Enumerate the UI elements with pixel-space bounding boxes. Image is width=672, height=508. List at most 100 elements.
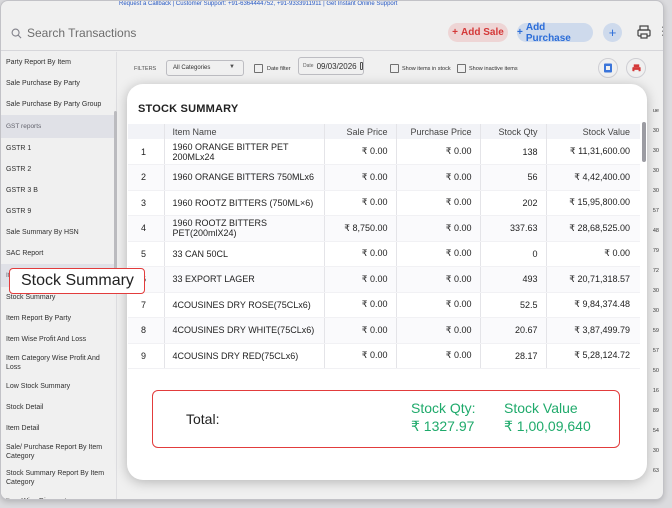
stock-value-cell: ₹ 15,95,800.00 [545, 190, 640, 216]
item-name-cell: 4COUSINES DRY WHITE(75CLx6) [163, 317, 324, 344]
sidebar-section-header: GST reports [1, 115, 116, 138]
date-picker[interactable]: Date 09/03/2026 [298, 57, 364, 75]
items-in-stock-checkbox[interactable] [390, 64, 399, 73]
purchase-price-cell: ₹ 0.00 [395, 292, 480, 318]
sidebar-item[interactable]: Item Wise Profit And Loss [1, 329, 116, 350]
stock-qty-cell: 0 [479, 241, 546, 267]
search-input[interactable] [27, 26, 137, 40]
purchase-price-cell: ₹ 0.00 [395, 266, 480, 293]
stock-value-cell: ₹ 5,28,124.72 [545, 343, 640, 369]
stock-qty-cell: 337.63 [479, 215, 546, 242]
stock-qty-cell: 493 [479, 266, 546, 293]
sidebar-item[interactable]: GSTR 9 [1, 201, 116, 222]
sidebar-item[interactable]: Low Stock Summary [1, 376, 116, 397]
stock-value-cell: ₹ 0.00 [545, 241, 640, 267]
excel-export-button[interactable] [598, 58, 618, 78]
plus-icon: + [452, 27, 459, 38]
table-row[interactable]: 4 1960 ROOTZ BITTERS PET(200mlX24) ₹ 8,750… [128, 215, 640, 242]
chevron-down-icon: ▼ [229, 64, 235, 70]
sidebar-item[interactable]: Sale Purchase By Party Group [1, 94, 116, 115]
table-row[interactable]: 2 1960 ORANGE BITTERS 750MLx6 ₹ 0.00 ₹ 0.00… [128, 164, 640, 191]
purchase-price-cell: ₹ 0.00 [395, 317, 480, 344]
sidebar-item[interactable]: GSTR 1 [1, 138, 116, 159]
top-header: +Add Sale +Add Purchase + ⋮ [1, 15, 663, 51]
sidebar-item[interactable]: SAC Report [1, 243, 116, 264]
sidebar-item[interactable]: Item Report By Party [1, 308, 116, 329]
item-name-cell: 1960 ROOTZ BITTERS (750ML×6) [163, 190, 324, 216]
table-row[interactable]: 8 4COUSINES DRY WHITE(75CLx6) ₹ 0.00 ₹ 0.00… [128, 317, 640, 344]
printer-icon[interactable] [636, 24, 652, 40]
sale-price-cell: ₹ 0.00 [323, 343, 396, 369]
item-name-cell: 1960 ROOTZ BITTERS PET(200mlX24) [163, 215, 324, 242]
purchase-price-cell: ₹ 0.00 [395, 241, 480, 267]
table-header-row: Item Name Sale Price Purchase Price Stoc… [128, 124, 640, 139]
table-row[interactable]: 633 EXPORT LAGER₹ 0.00₹ 0.00493₹ 20,71,3… [128, 266, 640, 293]
stock-value-cell: ₹ 28,68,525.00 [545, 215, 640, 242]
modal-scrollbar[interactable] [642, 122, 646, 162]
item-name-cell: 1960 ORANGE BITTERS 750MLx6 [163, 164, 324, 191]
items-in-stock-label: Show items in stock [402, 66, 451, 72]
category-value: All Categories [173, 65, 211, 71]
col-purchase-price[interactable]: Purchase Price [395, 124, 480, 139]
purchase-price-cell: ₹ 0.00 [395, 190, 480, 216]
add-sale-button[interactable]: + Add Sale [448, 23, 508, 42]
purchase-price-cell: ₹ 0.00 [395, 343, 480, 369]
table-row[interactable]: 9 4COUSINS DRY RED(75CLx6) ₹ 0.00 ₹ 0.00 28.… [128, 343, 640, 369]
sidebar-item[interactable]: Sale Purchase By Party [1, 73, 116, 94]
sidebar-item[interactable]: Item Category Wise Profit And Loss [1, 350, 116, 376]
plus-icon: + [517, 27, 523, 38]
inactive-items-label: Show inactive items [469, 66, 518, 72]
stock-value-cell: ₹ 4,42,400.00 [545, 164, 640, 191]
sale-price-cell: ₹ 0.00 [323, 164, 396, 191]
purchase-price-cell: ₹ 0.00 [395, 215, 480, 242]
sidebar-item[interactable]: GSTR 2 [1, 159, 116, 180]
sidebar-item[interactable]: Item Detail [1, 418, 116, 439]
sale-price-cell: ₹ 0.00 [323, 266, 396, 293]
row-index: 9 [128, 343, 164, 369]
printer-icon [631, 63, 641, 73]
sidebar-item[interactable]: Sale/ Purchase Report By Item Category [1, 439, 116, 465]
item-name-cell: 33 CAN 50CL [163, 241, 324, 267]
col-sale-price[interactable]: Sale Price [323, 124, 396, 139]
stock-summary-callout[interactable]: Stock Summary [9, 268, 145, 294]
table-row[interactable]: 7 4COUSINES DRY ROSE(75CLx6) ₹ 0.00 ₹ 0.00 5… [128, 292, 640, 318]
inactive-items-checkbox[interactable] [457, 64, 466, 73]
calendar-icon[interactable] [359, 62, 363, 70]
row-index: 8 [128, 317, 164, 344]
date-filter-checkbox[interactable] [254, 64, 263, 73]
sale-price-cell: ₹ 0.00 [323, 292, 396, 318]
col-stock-qty[interactable]: Stock Qty [479, 124, 546, 139]
total-stock-value-label: Stock Value [504, 400, 578, 416]
sidebar-item[interactable]: Stock Detail [1, 397, 116, 418]
sidebar-item[interactable]: Stock Summary Report By Item Category [1, 465, 116, 491]
row-index: 3 [128, 190, 164, 216]
table-row[interactable]: 3 1960 ROOTZ BITTERS (750ML×6) ₹ 0.00 ₹ 0.0… [128, 190, 640, 216]
more-menu-icon[interactable]: ⋮ [657, 24, 663, 38]
category-select[interactable]: All Categories ▼ [166, 60, 244, 76]
modal-title: STOCK SUMMARY [138, 103, 239, 115]
stock-summary-modal: STOCK SUMMARY Item Name Sale Price Purch… [127, 84, 647, 480]
sidebar-scrollbar[interactable] [114, 111, 117, 291]
date-value: 09/03/2026 [316, 61, 357, 71]
support-strip[interactable]: Request a Callback | Customer Support: +… [119, 1, 519, 7]
sale-price-cell: ₹ 0.00 [323, 317, 396, 344]
date-caption: Date [303, 63, 314, 69]
item-name-cell: 4COUSINES DRY ROSE(75CLx6) [163, 292, 324, 318]
stock-value-cell: ₹ 20,71,318.57 [545, 266, 640, 293]
table-row[interactable]: 1 1960 ORANGE BITTER PET 200MLx24 ₹ 0.00 ₹ … [128, 139, 640, 165]
search-box[interactable] [11, 26, 137, 40]
sidebar-item[interactable]: Party Report By Item [1, 52, 116, 73]
stock-qty-cell: 28.17 [479, 343, 546, 369]
add-purchase-button[interactable]: + Add Purchase [517, 22, 593, 44]
sidebar-item[interactable]: GSTR 3 B [1, 180, 116, 201]
table-row[interactable]: 5 33 CAN 50CL ₹ 0.00 ₹ 0.00 0 ₹ 0.00 [128, 241, 640, 267]
col-item-name[interactable]: Item Name [163, 124, 324, 139]
sidebar-item[interactable]: Item Wise Discount [1, 491, 116, 499]
stock-value-cell: ₹ 3,87,499.79 [545, 317, 640, 344]
col-stock-value[interactable]: Stock Value [545, 124, 640, 139]
print-button[interactable] [626, 58, 646, 78]
row-index: 7 [128, 292, 164, 318]
add-more-button[interactable]: + [603, 23, 622, 42]
sidebar-item[interactable]: Sale Summary By HSN [1, 222, 116, 243]
total-stock-qty-label: Stock Qty: [411, 400, 476, 416]
